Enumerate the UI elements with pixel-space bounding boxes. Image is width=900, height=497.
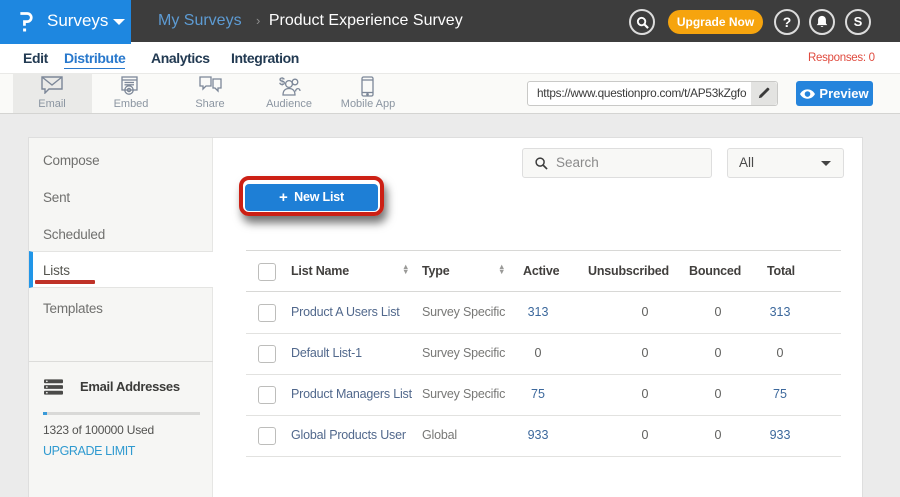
svg-text:$: $ [279, 76, 285, 88]
